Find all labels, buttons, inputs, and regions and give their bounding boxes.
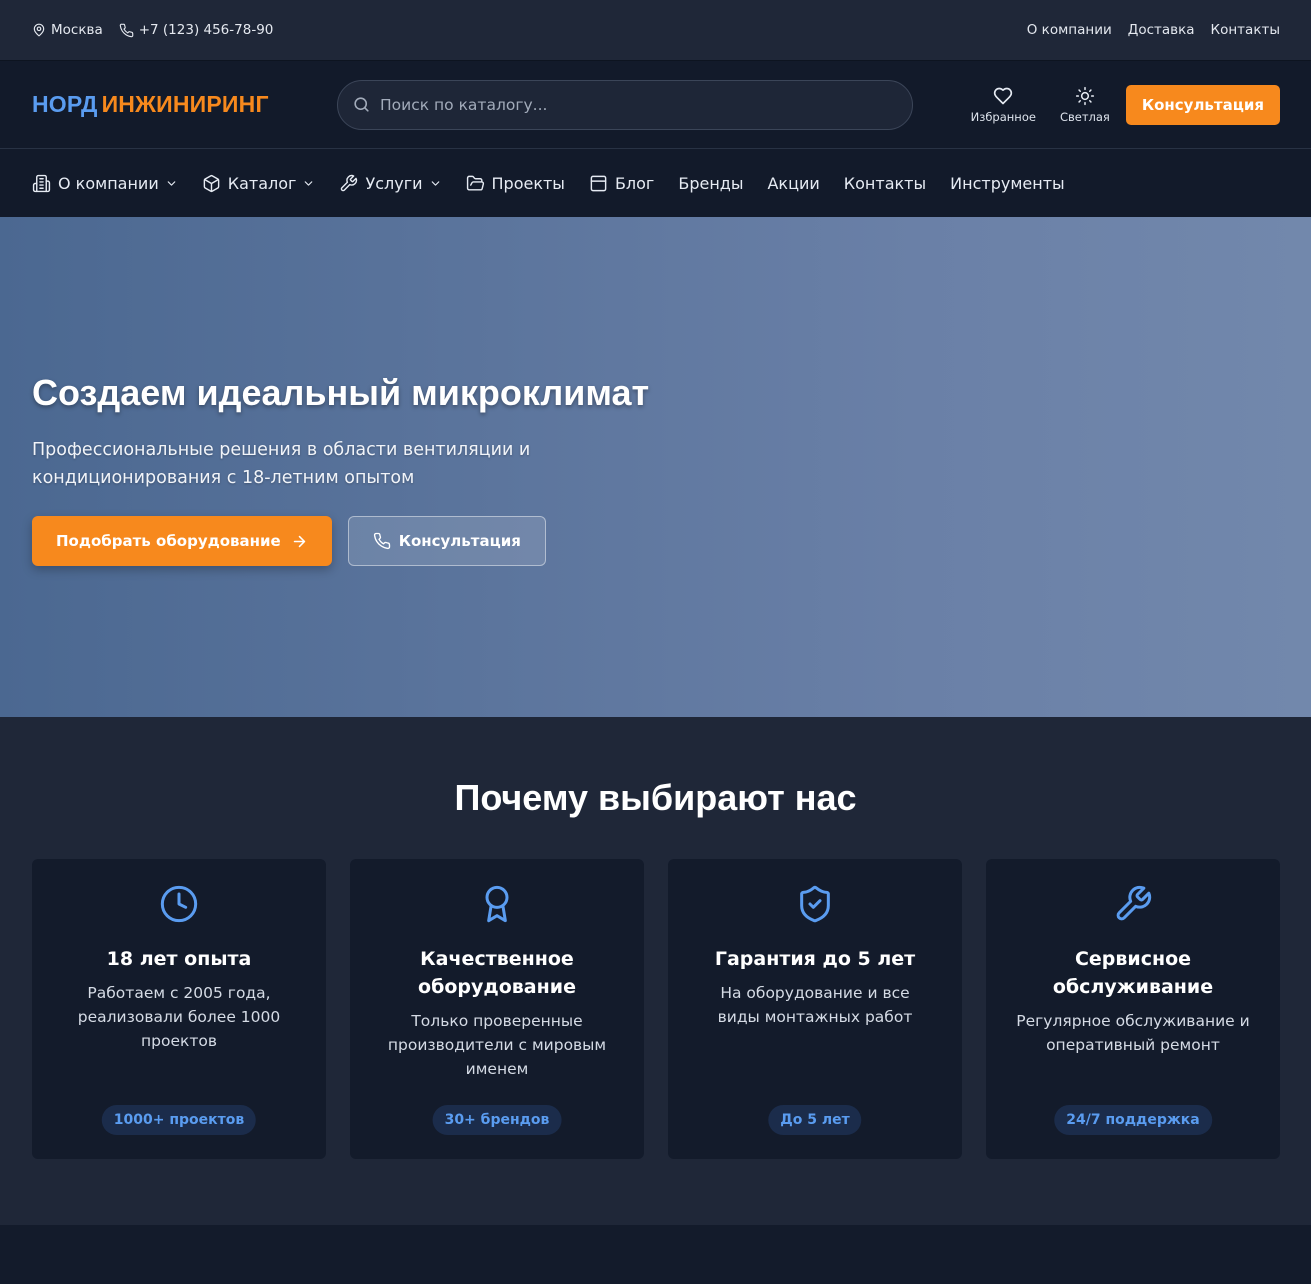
nav-item-about[interactable]: О компании	[32, 174, 178, 193]
nav-item-promotions[interactable]: Акции	[767, 174, 819, 193]
select-equipment-label: Подобрать оборудование	[56, 532, 281, 550]
top-bar: Москва +7 (123) 456-78-90 О компании Дос…	[0, 0, 1311, 60]
features-section: Почему выбирают нас 18 лет опыта Работае…	[0, 717, 1311, 1225]
feature-cards: 18 лет опыта Работаем с 2005 года, реали…	[0, 859, 1311, 1159]
award-icon	[477, 883, 517, 925]
favorites-button[interactable]: Избранное	[971, 86, 1036, 124]
nav-label-brands: Бренды	[678, 173, 744, 193]
feature-badge: До 5 лет	[768, 1105, 862, 1135]
nav-label-blog: Блог	[614, 173, 655, 193]
main-nav: О компании Каталог Услуги Проекты Блог Б…	[0, 149, 1311, 217]
header-actions: Избранное Светлая Консультация	[971, 84, 1280, 125]
nav-label-services: Услуги	[365, 173, 423, 193]
phone-number: +7 (123) 456-78-90	[138, 22, 274, 38]
top-link-delivery[interactable]: Доставка	[1128, 22, 1195, 38]
hero-consult-button[interactable]: Консультация	[347, 516, 546, 566]
top-link-about[interactable]: О компании	[1027, 22, 1112, 38]
shield-check-icon	[795, 883, 835, 925]
feature-title: Качественное оборудование	[418, 948, 576, 998]
nav-label-tools: Инструменты	[950, 173, 1065, 193]
hero-buttons: Подобрать оборудование Консультация	[32, 516, 1311, 566]
favorites-label: Избранное	[970, 109, 1036, 124]
hero-subtitle: Профессиональные решения в области венти…	[32, 440, 531, 488]
newspaper-icon	[589, 174, 608, 193]
nav-item-catalog[interactable]: Каталог	[202, 174, 316, 193]
heart-icon	[993, 86, 1013, 106]
feature-description: Работаем с 2005 года, реализовали более …	[77, 984, 281, 1050]
feature-title: Гарантия до 5 лет	[714, 948, 916, 970]
nav-item-projects[interactable]: Проекты	[466, 174, 565, 193]
chevron-down-icon	[302, 177, 315, 190]
nav-label-about: О компании	[58, 173, 159, 193]
feature-description: Только проверенные производители с миров…	[387, 1012, 607, 1078]
feature-title: 18 лет опыта	[106, 948, 252, 970]
box-icon	[202, 174, 221, 193]
site-logo[interactable]: НОРД ИНЖИНИРИНГ	[32, 91, 337, 118]
logo-part-2: ИНЖИНИРИНГ	[101, 91, 269, 117]
search-icon[interactable]	[352, 95, 371, 114]
clock-icon	[159, 883, 199, 925]
nav-item-services[interactable]: Услуги	[339, 174, 441, 193]
feature-card-service: Сервисное обслуживание Регулярное обслуж…	[986, 859, 1280, 1159]
feature-card-quality: Качественное оборудование Только провере…	[350, 859, 644, 1159]
arrow-right-icon	[291, 533, 308, 550]
nav-item-blog[interactable]: Блог	[589, 174, 654, 193]
top-bar-contacts: Москва +7 (123) 456-78-90	[32, 22, 273, 38]
building-icon	[32, 174, 51, 193]
sun-icon	[1075, 86, 1095, 106]
nav-label-projects: Проекты	[491, 173, 565, 193]
chevron-down-icon	[165, 177, 178, 190]
nav-item-contacts[interactable]: Контакты	[844, 174, 926, 193]
phone-icon	[373, 532, 391, 550]
select-equipment-button[interactable]: Подобрать оборудование	[32, 516, 332, 566]
top-bar-links: О компании Доставка Контакты	[1027, 22, 1280, 38]
theme-toggle[interactable]: Светлая	[1060, 86, 1110, 124]
feature-badge: 30+ брендов	[432, 1105, 562, 1135]
city-label: Москва	[51, 22, 103, 38]
feature-card-experience: 18 лет опыта Работаем с 2005 года, реали…	[32, 859, 326, 1159]
logo-part-1: НОРД	[32, 91, 98, 117]
search-bar	[337, 79, 913, 130]
feature-title: Сервисное обслуживание	[1052, 948, 1214, 998]
header-consult-button[interactable]: Консультация	[1125, 84, 1280, 125]
wrench-icon	[1113, 883, 1153, 925]
features-title: Почему выбирают нас	[454, 777, 857, 818]
footer-strip	[0, 1225, 1311, 1284]
map-pin-icon	[32, 23, 46, 37]
top-link-contacts[interactable]: Контакты	[1211, 22, 1280, 38]
feature-badge: 1000+ проектов	[101, 1105, 257, 1135]
hero-section: Создаем идеальный микроклимат Профессион…	[0, 217, 1311, 717]
hero-consult-label: Консультация	[398, 532, 521, 550]
nav-label-contacts: Контакты	[843, 173, 927, 193]
phone-link[interactable]: +7 (123) 456-78-90	[119, 22, 274, 38]
chevron-down-icon	[429, 177, 442, 190]
nav-label-catalog: Каталог	[227, 173, 297, 193]
feature-card-warranty: Гарантия до 5 лет На оборудование и все …	[668, 859, 962, 1159]
nav-item-brands[interactable]: Бренды	[678, 174, 743, 193]
search-input[interactable]	[380, 95, 898, 114]
feature-badge: 24/7 поддержка	[1054, 1105, 1212, 1135]
wrench-icon	[339, 174, 358, 193]
nav-item-tools[interactable]: Инструменты	[950, 174, 1065, 193]
nav-label-promotions: Акции	[767, 173, 820, 193]
feature-description: Регулярное обслуживание и оперативный ре…	[1016, 1012, 1250, 1054]
feature-description: На оборудование и все виды монтажных раб…	[717, 984, 913, 1026]
hero-title: Создаем идеальный микроклимат	[32, 372, 650, 413]
main-header: НОРДИНЖИНИРИНГ Избранное Светлая Консуль…	[0, 60, 1311, 149]
city-selector[interactable]: Москва	[32, 22, 103, 38]
theme-label: Светлая	[1059, 109, 1110, 124]
phone-icon	[119, 23, 134, 38]
folder-icon	[466, 174, 485, 193]
